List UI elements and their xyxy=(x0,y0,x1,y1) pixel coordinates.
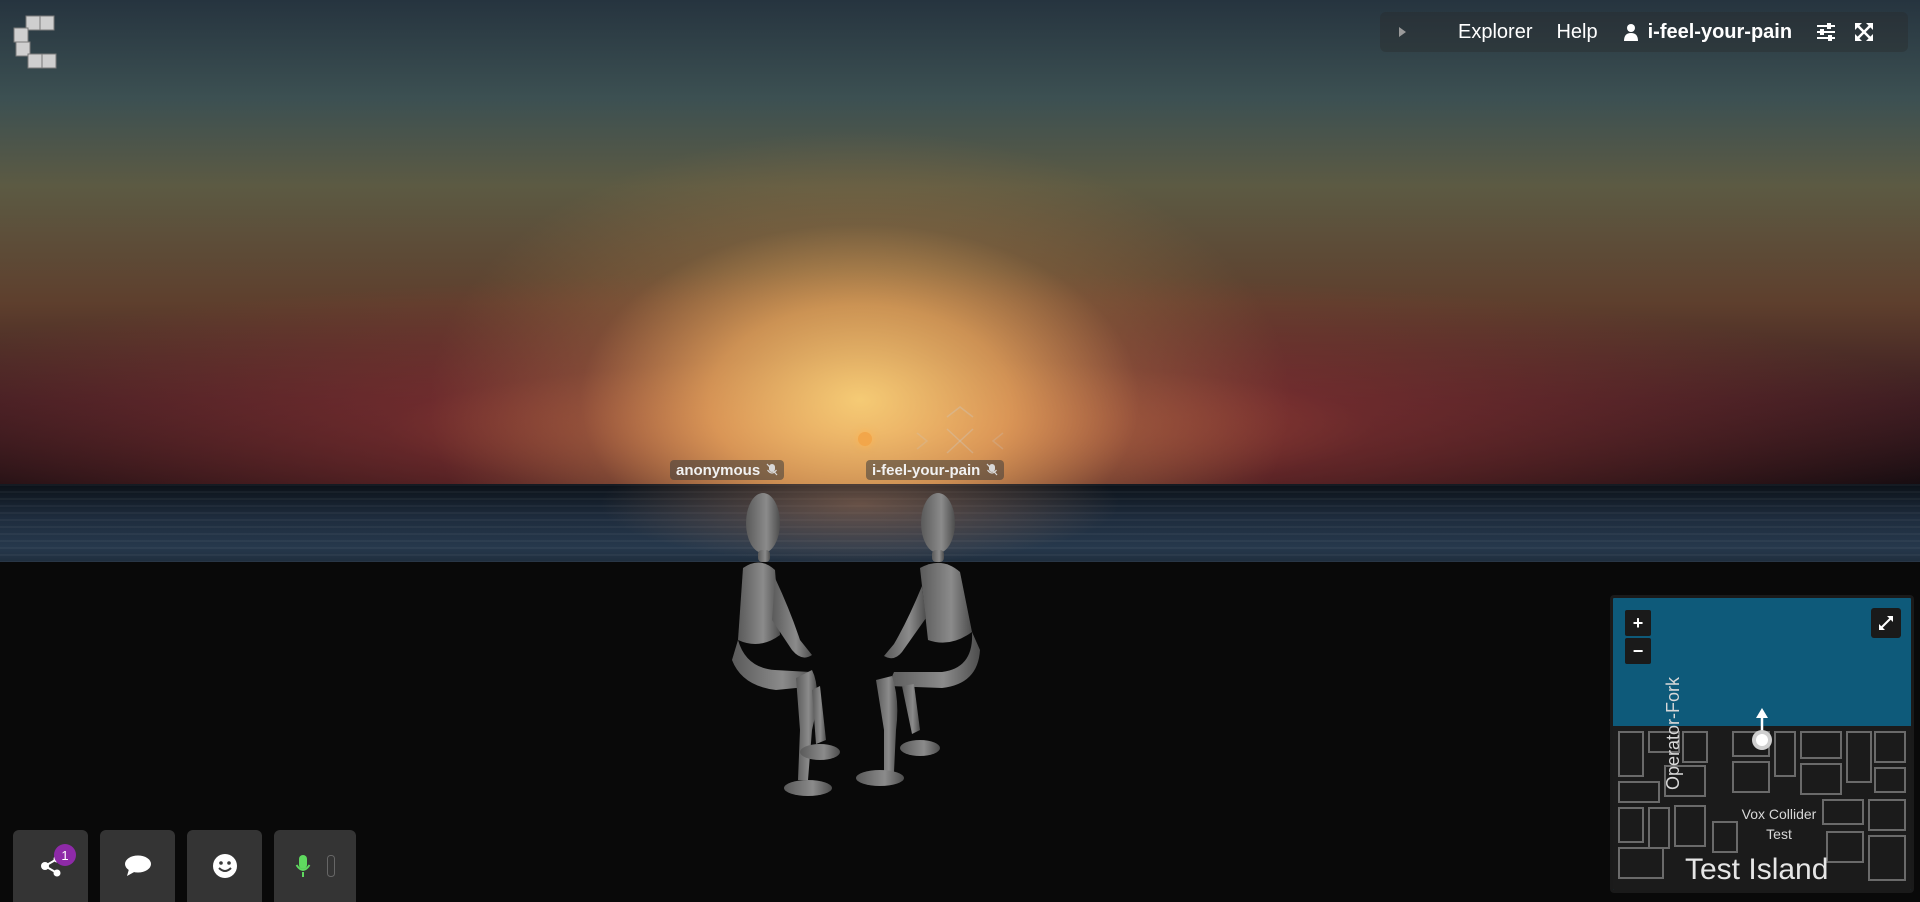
crosshair-icon xyxy=(916,406,1004,454)
nameplate-anonymous: anonymous xyxy=(670,460,785,480)
expand-toggle[interactable] xyxy=(1386,16,1418,48)
map-island-label: Test Island xyxy=(1685,853,1829,886)
microphone-icon xyxy=(295,855,311,877)
user-icon xyxy=(1623,24,1638,41)
emote-button[interactable] xyxy=(187,830,262,902)
user-profile-button[interactable]: i-feel-your-pain xyxy=(1623,20,1793,44)
expand-icon xyxy=(1879,616,1893,630)
voice-level-meter xyxy=(327,855,335,877)
nameplate-i-feel-your-pain: i-feel-your-pain xyxy=(866,460,1005,480)
zoom-in-button[interactable]: + xyxy=(1625,610,1651,636)
settings-button[interactable] xyxy=(1814,20,1838,44)
zoom-out-button[interactable]: − xyxy=(1625,638,1651,664)
chat-icon xyxy=(124,855,151,876)
microphone-muted-icon xyxy=(766,463,778,476)
top-navigation-bar: Explorer Help i-feel-your-pain xyxy=(1380,12,1908,52)
explorer-link[interactable]: Explorer xyxy=(1458,21,1532,44)
sun xyxy=(858,432,872,446)
map-street-label: Operator-Fork xyxy=(1663,676,1683,790)
avatar-anonymous xyxy=(732,493,840,796)
minimap[interactable]: + − Operator-Fork Vox Collider Test Test… xyxy=(1610,595,1914,893)
microphone-muted-icon xyxy=(986,463,998,476)
chat-button[interactable] xyxy=(100,830,175,902)
voxel-logo[interactable] xyxy=(12,14,58,74)
minimap-expand-button[interactable] xyxy=(1871,608,1901,638)
sliders-icon xyxy=(1817,23,1836,41)
avatar-figures xyxy=(732,493,980,796)
chevron-right-icon xyxy=(1399,27,1406,37)
share-count-badge: 1 xyxy=(54,844,76,866)
nameplate-label: anonymous xyxy=(676,461,761,479)
avatar-i-feel-your-pain xyxy=(856,493,980,786)
emoji-icon xyxy=(212,854,237,878)
username-label: i-feel-your-pain xyxy=(1647,20,1793,43)
fullscreen-button[interactable] xyxy=(1852,20,1876,44)
bottom-toolbar: 1 xyxy=(13,830,356,902)
voice-button[interactable] xyxy=(274,830,356,902)
nameplate-label: i-feel-your-pain xyxy=(872,461,981,479)
player-location-icon xyxy=(1752,708,1772,750)
map-poi-label: Vox Collider Test xyxy=(1741,806,1817,842)
fullscreen-icon xyxy=(1855,23,1874,41)
help-link[interactable]: Help xyxy=(1556,21,1597,44)
share-button[interactable]: 1 xyxy=(13,830,88,902)
